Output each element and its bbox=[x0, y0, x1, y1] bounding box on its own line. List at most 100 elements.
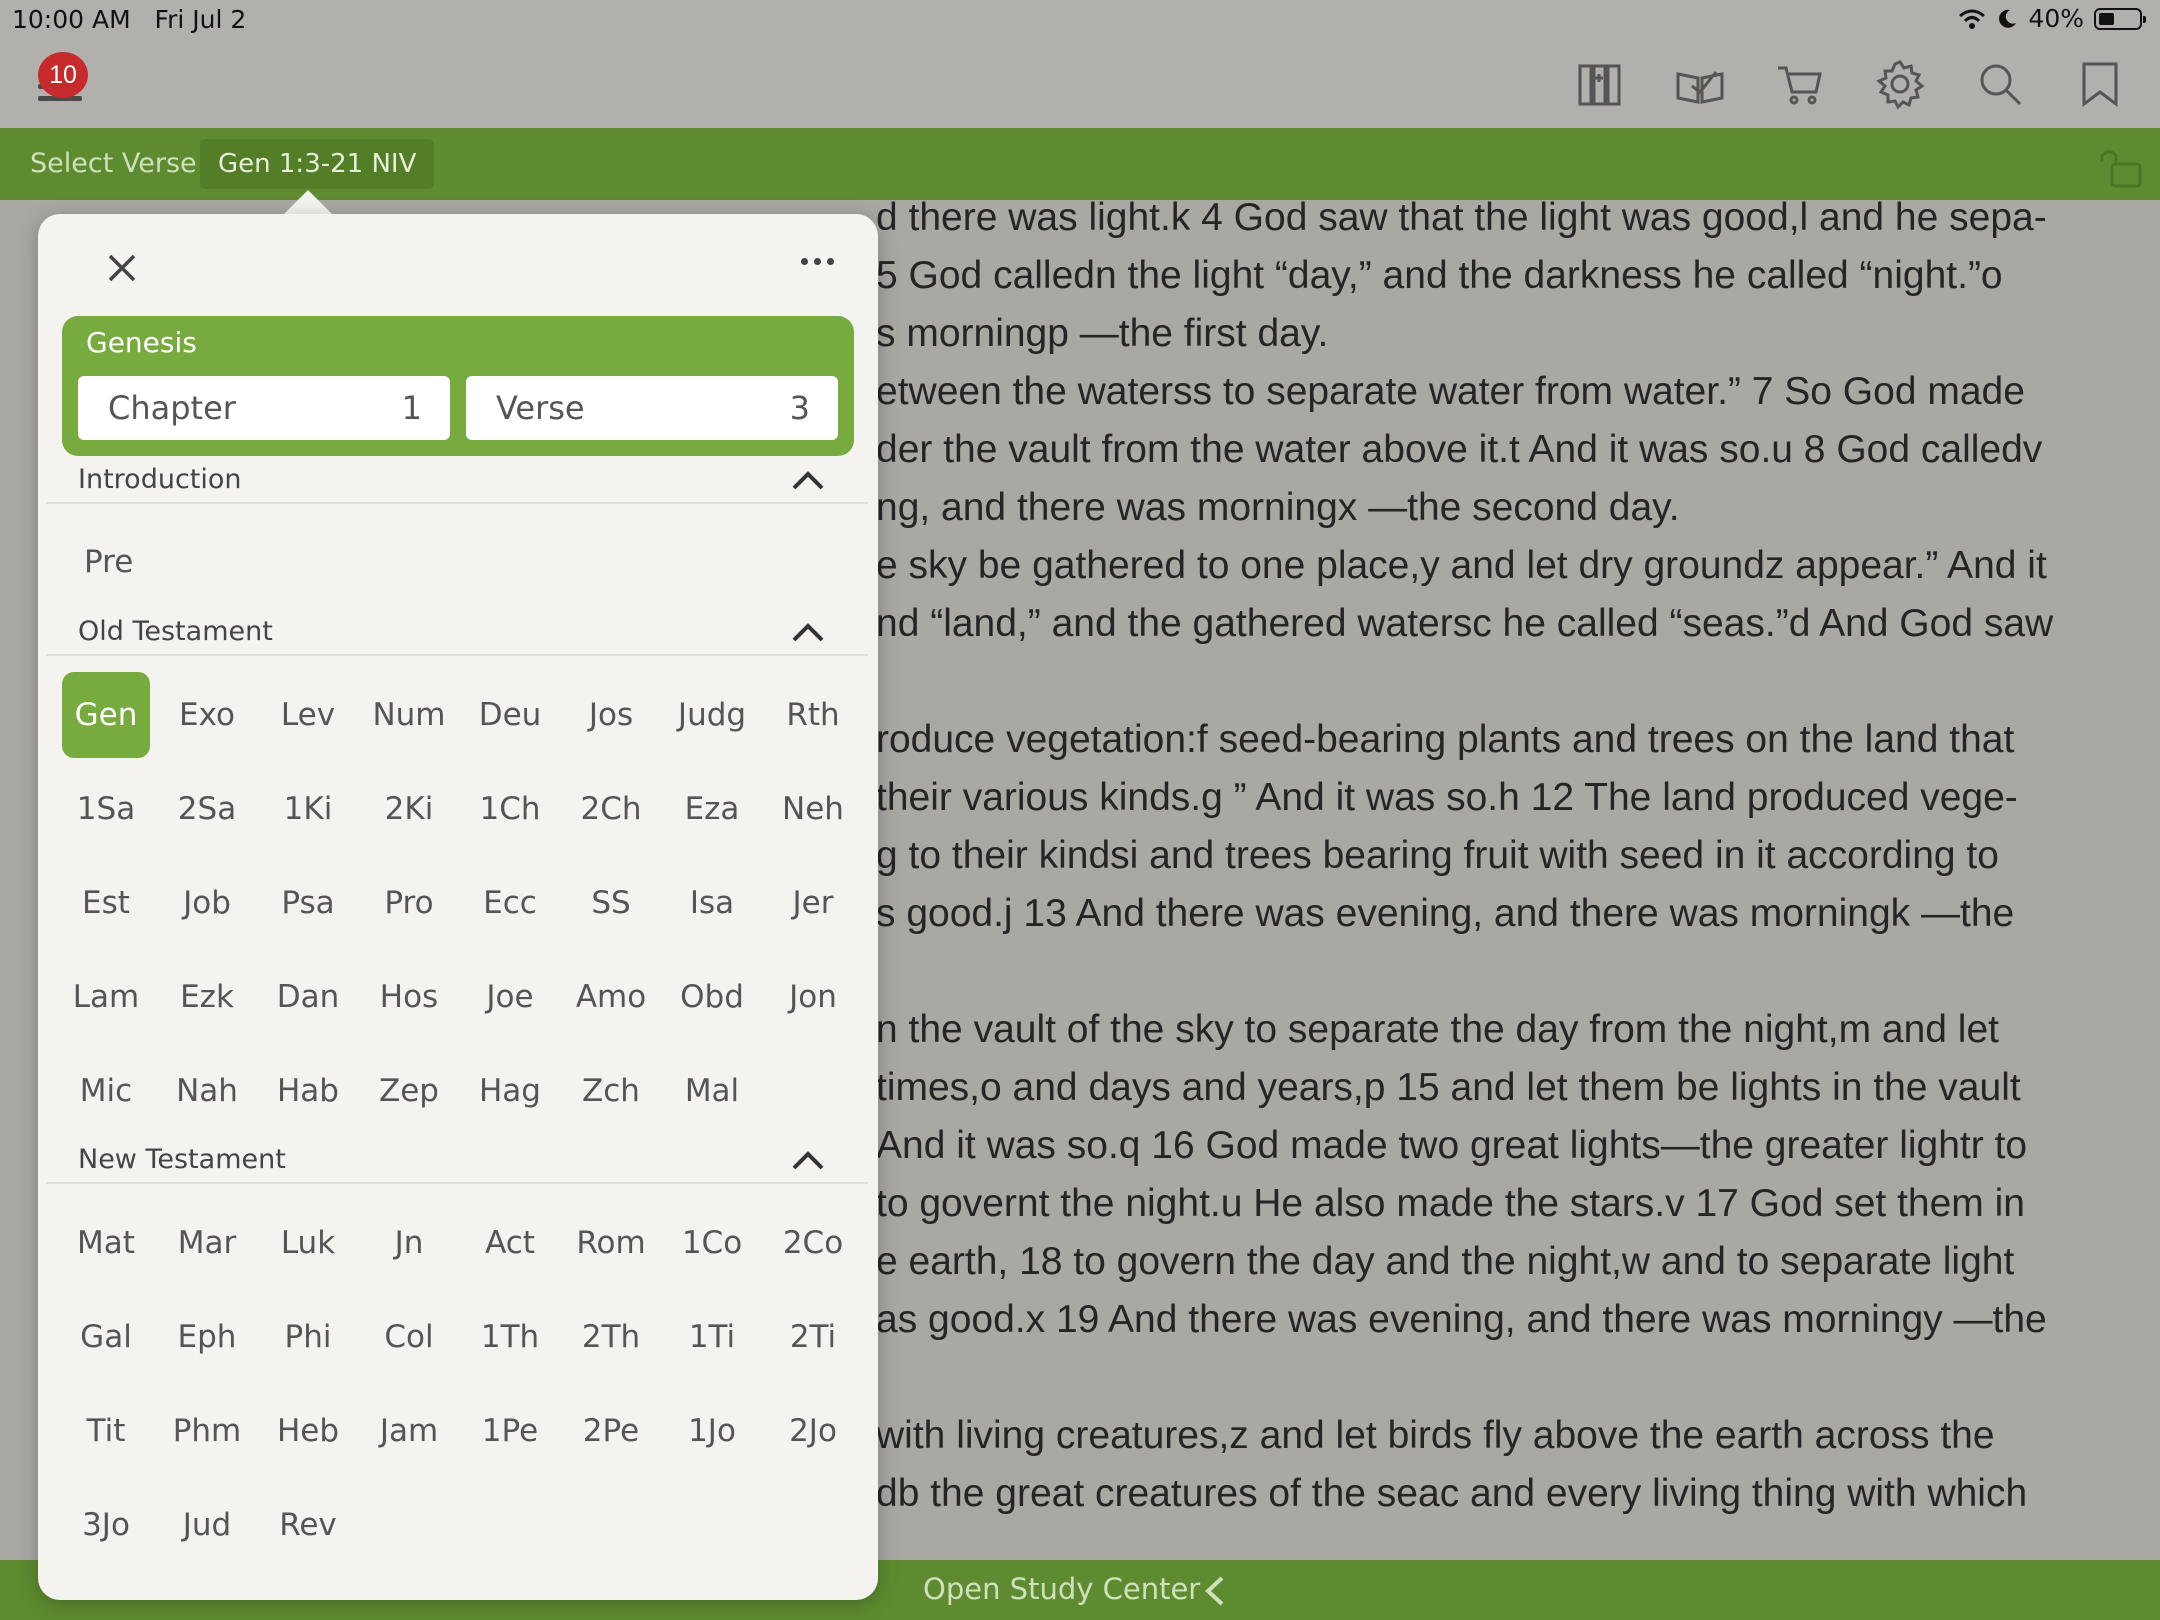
book-1sa[interactable]: 1Sa bbox=[62, 766, 150, 852]
book-obd[interactable]: Obd bbox=[668, 954, 756, 1040]
book-2jo[interactable]: 2Jo bbox=[769, 1388, 857, 1474]
section-new-testament[interactable]: New Testament bbox=[46, 1142, 868, 1184]
book-heb[interactable]: Heb bbox=[264, 1388, 352, 1474]
notification-badge[interactable]: 10 bbox=[38, 52, 88, 98]
book-col[interactable]: Col bbox=[365, 1294, 453, 1380]
book-num[interactable]: Num bbox=[365, 672, 453, 758]
book-lam[interactable]: Lam bbox=[62, 954, 150, 1040]
book-jon[interactable]: Jon bbox=[769, 954, 857, 1040]
book-2pe[interactable]: 2Pe bbox=[567, 1388, 655, 1474]
book-1ti[interactable]: 1Ti bbox=[668, 1294, 756, 1380]
book-job[interactable]: Job bbox=[163, 860, 251, 946]
chapter-field[interactable]: Chapter 1 bbox=[78, 376, 450, 440]
verse-field[interactable]: Verse 3 bbox=[466, 376, 838, 440]
book-eza[interactable]: Eza bbox=[668, 766, 756, 852]
book-gen[interactable]: Gen bbox=[62, 672, 150, 758]
more-icon[interactable] bbox=[801, 258, 834, 265]
library-icon[interactable] bbox=[1574, 58, 1626, 110]
bookmark-icon[interactable] bbox=[2074, 58, 2126, 110]
book-ecc[interactable]: Ecc bbox=[466, 860, 554, 946]
book-rth[interactable]: Rth bbox=[769, 672, 857, 758]
book-est[interactable]: Est bbox=[62, 860, 150, 946]
text-line: etween the waterss to separate water fro… bbox=[876, 370, 2025, 413]
gear-icon[interactable] bbox=[1874, 58, 1926, 110]
book-nah[interactable]: Nah bbox=[163, 1048, 251, 1134]
book-joe[interactable]: Joe bbox=[466, 954, 554, 1040]
book-eph[interactable]: Eph bbox=[163, 1294, 251, 1380]
intro-item-pre[interactable]: Pre bbox=[84, 544, 133, 580]
verse-label: Verse bbox=[496, 389, 585, 427]
book-hos[interactable]: Hos bbox=[365, 954, 453, 1040]
book-rom[interactable]: Rom bbox=[567, 1200, 655, 1286]
book-zep[interactable]: Zep bbox=[365, 1048, 453, 1134]
book-mic[interactable]: Mic bbox=[62, 1048, 150, 1134]
close-icon[interactable] bbox=[102, 248, 142, 288]
section-introduction[interactable]: Introduction bbox=[46, 462, 868, 504]
book-ss[interactable]: SS bbox=[567, 860, 655, 946]
book-1ki[interactable]: 1Ki bbox=[264, 766, 352, 852]
book-1th[interactable]: 1Th bbox=[466, 1294, 554, 1380]
book-jam[interactable]: Jam bbox=[365, 1388, 453, 1474]
text-line: s morningp —the first day. bbox=[876, 312, 1329, 355]
reference-button[interactable]: Gen 1:3-21 NIV bbox=[200, 139, 435, 189]
chevron-up-icon[interactable] bbox=[792, 622, 824, 642]
book-2ch[interactable]: 2Ch bbox=[567, 766, 655, 852]
search-icon[interactable] bbox=[1974, 58, 2026, 110]
book-exo[interactable]: Exo bbox=[163, 672, 251, 758]
text-line: roduce vegetation:f seed-bearing plants … bbox=[876, 718, 2015, 761]
book-2th[interactable]: 2Th bbox=[567, 1294, 655, 1380]
cart-icon[interactable] bbox=[1774, 58, 1826, 110]
book-2ki[interactable]: 2Ki bbox=[365, 766, 453, 852]
bible-text: d there was light.k 4 God saw that the l… bbox=[876, 196, 2116, 1560]
book-1ch[interactable]: 1Ch bbox=[466, 766, 554, 852]
text-line: d there was light.k 4 God saw that the l… bbox=[876, 196, 2047, 239]
book-psa[interactable]: Psa bbox=[264, 860, 352, 946]
book-tit[interactable]: Tit bbox=[62, 1388, 150, 1474]
book-hag[interactable]: Hag bbox=[466, 1048, 554, 1134]
book-judg[interactable]: Judg bbox=[668, 672, 756, 758]
book-zch[interactable]: Zch bbox=[567, 1048, 655, 1134]
book-amo[interactable]: Amo bbox=[567, 954, 655, 1040]
book-gal[interactable]: Gal bbox=[62, 1294, 150, 1380]
chevron-left-icon[interactable] bbox=[1200, 1574, 1230, 1608]
book-picker-popover: Genesis Chapter 1 Verse 3 Introduction P… bbox=[38, 214, 878, 1600]
reading-plan-icon[interactable] bbox=[1674, 58, 1726, 110]
book-phm[interactable]: Phm bbox=[163, 1388, 251, 1474]
open-study-center-button[interactable]: Open Study Center bbox=[923, 1572, 1200, 1606]
book-jer[interactable]: Jer bbox=[769, 860, 857, 946]
book-luk[interactable]: Luk bbox=[264, 1200, 352, 1286]
wifi-icon bbox=[1959, 9, 1986, 29]
text-line: g to their kindsi and trees bearing frui… bbox=[876, 834, 1999, 877]
book-dan[interactable]: Dan bbox=[264, 954, 352, 1040]
book-pro[interactable]: Pro bbox=[365, 860, 453, 946]
unlock-icon[interactable] bbox=[2098, 142, 2146, 190]
book-neh[interactable]: Neh bbox=[769, 766, 857, 852]
book-phi[interactable]: Phi bbox=[264, 1294, 352, 1380]
chevron-up-icon[interactable] bbox=[792, 470, 824, 490]
text-line: to governt the night.u He also made the … bbox=[876, 1182, 2025, 1225]
new-testament-grid: Mat Mar Luk Jn Act Rom 1Co 2Co Gal Eph Phi Col 1Th 2T… bbox=[62, 1200, 866, 1568]
book-jn[interactable]: Jn bbox=[365, 1200, 453, 1286]
book-jud[interactable]: Jud bbox=[163, 1482, 251, 1568]
book-2sa[interactable]: 2Sa bbox=[163, 766, 251, 852]
book-mat[interactable]: Mat bbox=[62, 1200, 150, 1286]
book-deu[interactable]: Deu bbox=[466, 672, 554, 758]
book-3jo[interactable]: 3Jo bbox=[62, 1482, 150, 1568]
book-2ti[interactable]: 2Ti bbox=[769, 1294, 857, 1380]
book-mar[interactable]: Mar bbox=[163, 1200, 251, 1286]
book-mal[interactable]: Mal bbox=[668, 1048, 756, 1134]
book-rev[interactable]: Rev bbox=[264, 1482, 352, 1568]
section-old-testament[interactable]: Old Testament bbox=[46, 614, 868, 656]
chevron-up-icon[interactable] bbox=[792, 1150, 824, 1170]
book-lev[interactable]: Lev bbox=[264, 672, 352, 758]
book-2co[interactable]: 2Co bbox=[769, 1200, 857, 1286]
book-act[interactable]: Act bbox=[466, 1200, 554, 1286]
book-1co[interactable]: 1Co bbox=[668, 1200, 756, 1286]
select-verse-button[interactable]: Select Verse bbox=[30, 148, 197, 179]
book-jos[interactable]: Jos bbox=[567, 672, 655, 758]
book-isa[interactable]: Isa bbox=[668, 860, 756, 946]
book-1jo[interactable]: 1Jo bbox=[668, 1388, 756, 1474]
book-ezk[interactable]: Ezk bbox=[163, 954, 251, 1040]
book-1pe[interactable]: 1Pe bbox=[466, 1388, 554, 1474]
book-hab[interactable]: Hab bbox=[264, 1048, 352, 1134]
